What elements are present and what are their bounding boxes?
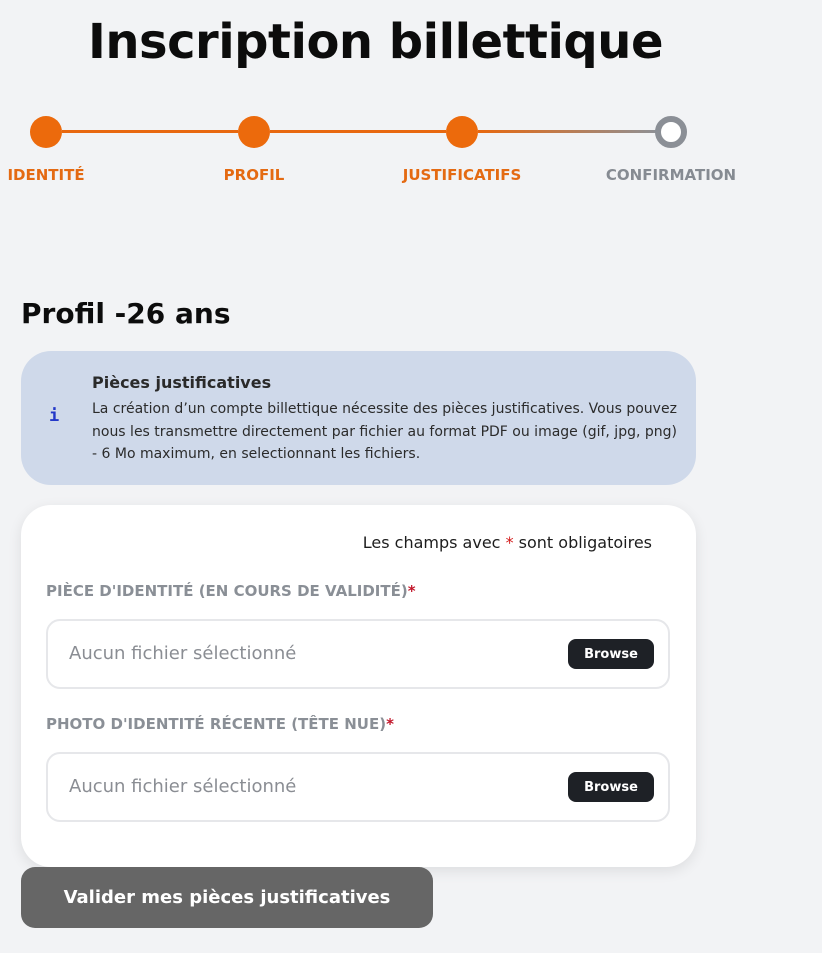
- id-document-label-text: PIÈCE D'IDENTITÉ (EN COURS DE VALIDITÉ): [46, 582, 408, 600]
- required-fields-note: Les champs avec * sont obligatoires: [363, 533, 652, 552]
- stepper-connector-3: [478, 130, 656, 133]
- id-photo-required-marker: *: [386, 715, 394, 733]
- id-photo-file-input[interactable]: Aucun fichier sélectionné Browse: [46, 752, 670, 822]
- info-icon: i: [49, 406, 60, 426]
- step-confirmation-label: CONFIRMATION: [605, 166, 737, 184]
- id-document-label: PIÈCE D'IDENTITÉ (EN COURS DE VALIDITÉ)*: [46, 582, 416, 600]
- upload-form-card: Les champs avec * sont obligatoires PIÈC…: [21, 505, 696, 867]
- info-title: Pièces justificatives: [92, 373, 272, 392]
- info-box: i Pièces justificatives La création d’un…: [21, 351, 696, 485]
- stepper-connector-1: [62, 130, 238, 133]
- stepper-connector-2: [270, 130, 446, 133]
- required-note-marker: *: [505, 533, 514, 552]
- submit-documents-button[interactable]: Valider mes pièces justificatives: [21, 867, 433, 928]
- required-note-before: Les champs avec: [362, 533, 501, 552]
- id-document-browse-button[interactable]: Browse: [568, 639, 654, 669]
- id-document-file-input[interactable]: Aucun fichier sélectionné Browse: [46, 619, 670, 689]
- step-profil-label: PROFIL: [223, 166, 285, 184]
- id-document-file-status: Aucun fichier sélectionné: [69, 643, 297, 664]
- step-confirmation-dot: [655, 116, 687, 148]
- step-justificatifs-dot: [446, 116, 478, 148]
- id-photo-label-text: PHOTO D'IDENTITÉ RÉCENTE (TÊTE NUE): [46, 715, 387, 733]
- id-photo-browse-button[interactable]: Browse: [568, 772, 654, 802]
- id-photo-file-status: Aucun fichier sélectionné: [69, 776, 297, 797]
- section-title: Profil -26 ans: [21, 297, 231, 330]
- required-note-after: sont obligatoires: [518, 533, 652, 552]
- step-identite-label: IDENTITÉ: [7, 166, 85, 184]
- id-document-required-marker: *: [407, 582, 416, 600]
- progress-stepper: IDENTITÉ PROFIL JUSTIFICATIFS CONFIRMATI…: [0, 0, 822, 200]
- id-photo-label: PHOTO D'IDENTITÉ RÉCENTE (TÊTE NUE)*: [46, 715, 394, 733]
- step-identite-dot: [30, 116, 62, 148]
- info-text: La création d’un compte billettique néce…: [92, 401, 677, 462]
- step-profil-dot: [238, 116, 270, 148]
- step-justificatifs-label: JUSTIFICATIFS: [402, 166, 522, 184]
